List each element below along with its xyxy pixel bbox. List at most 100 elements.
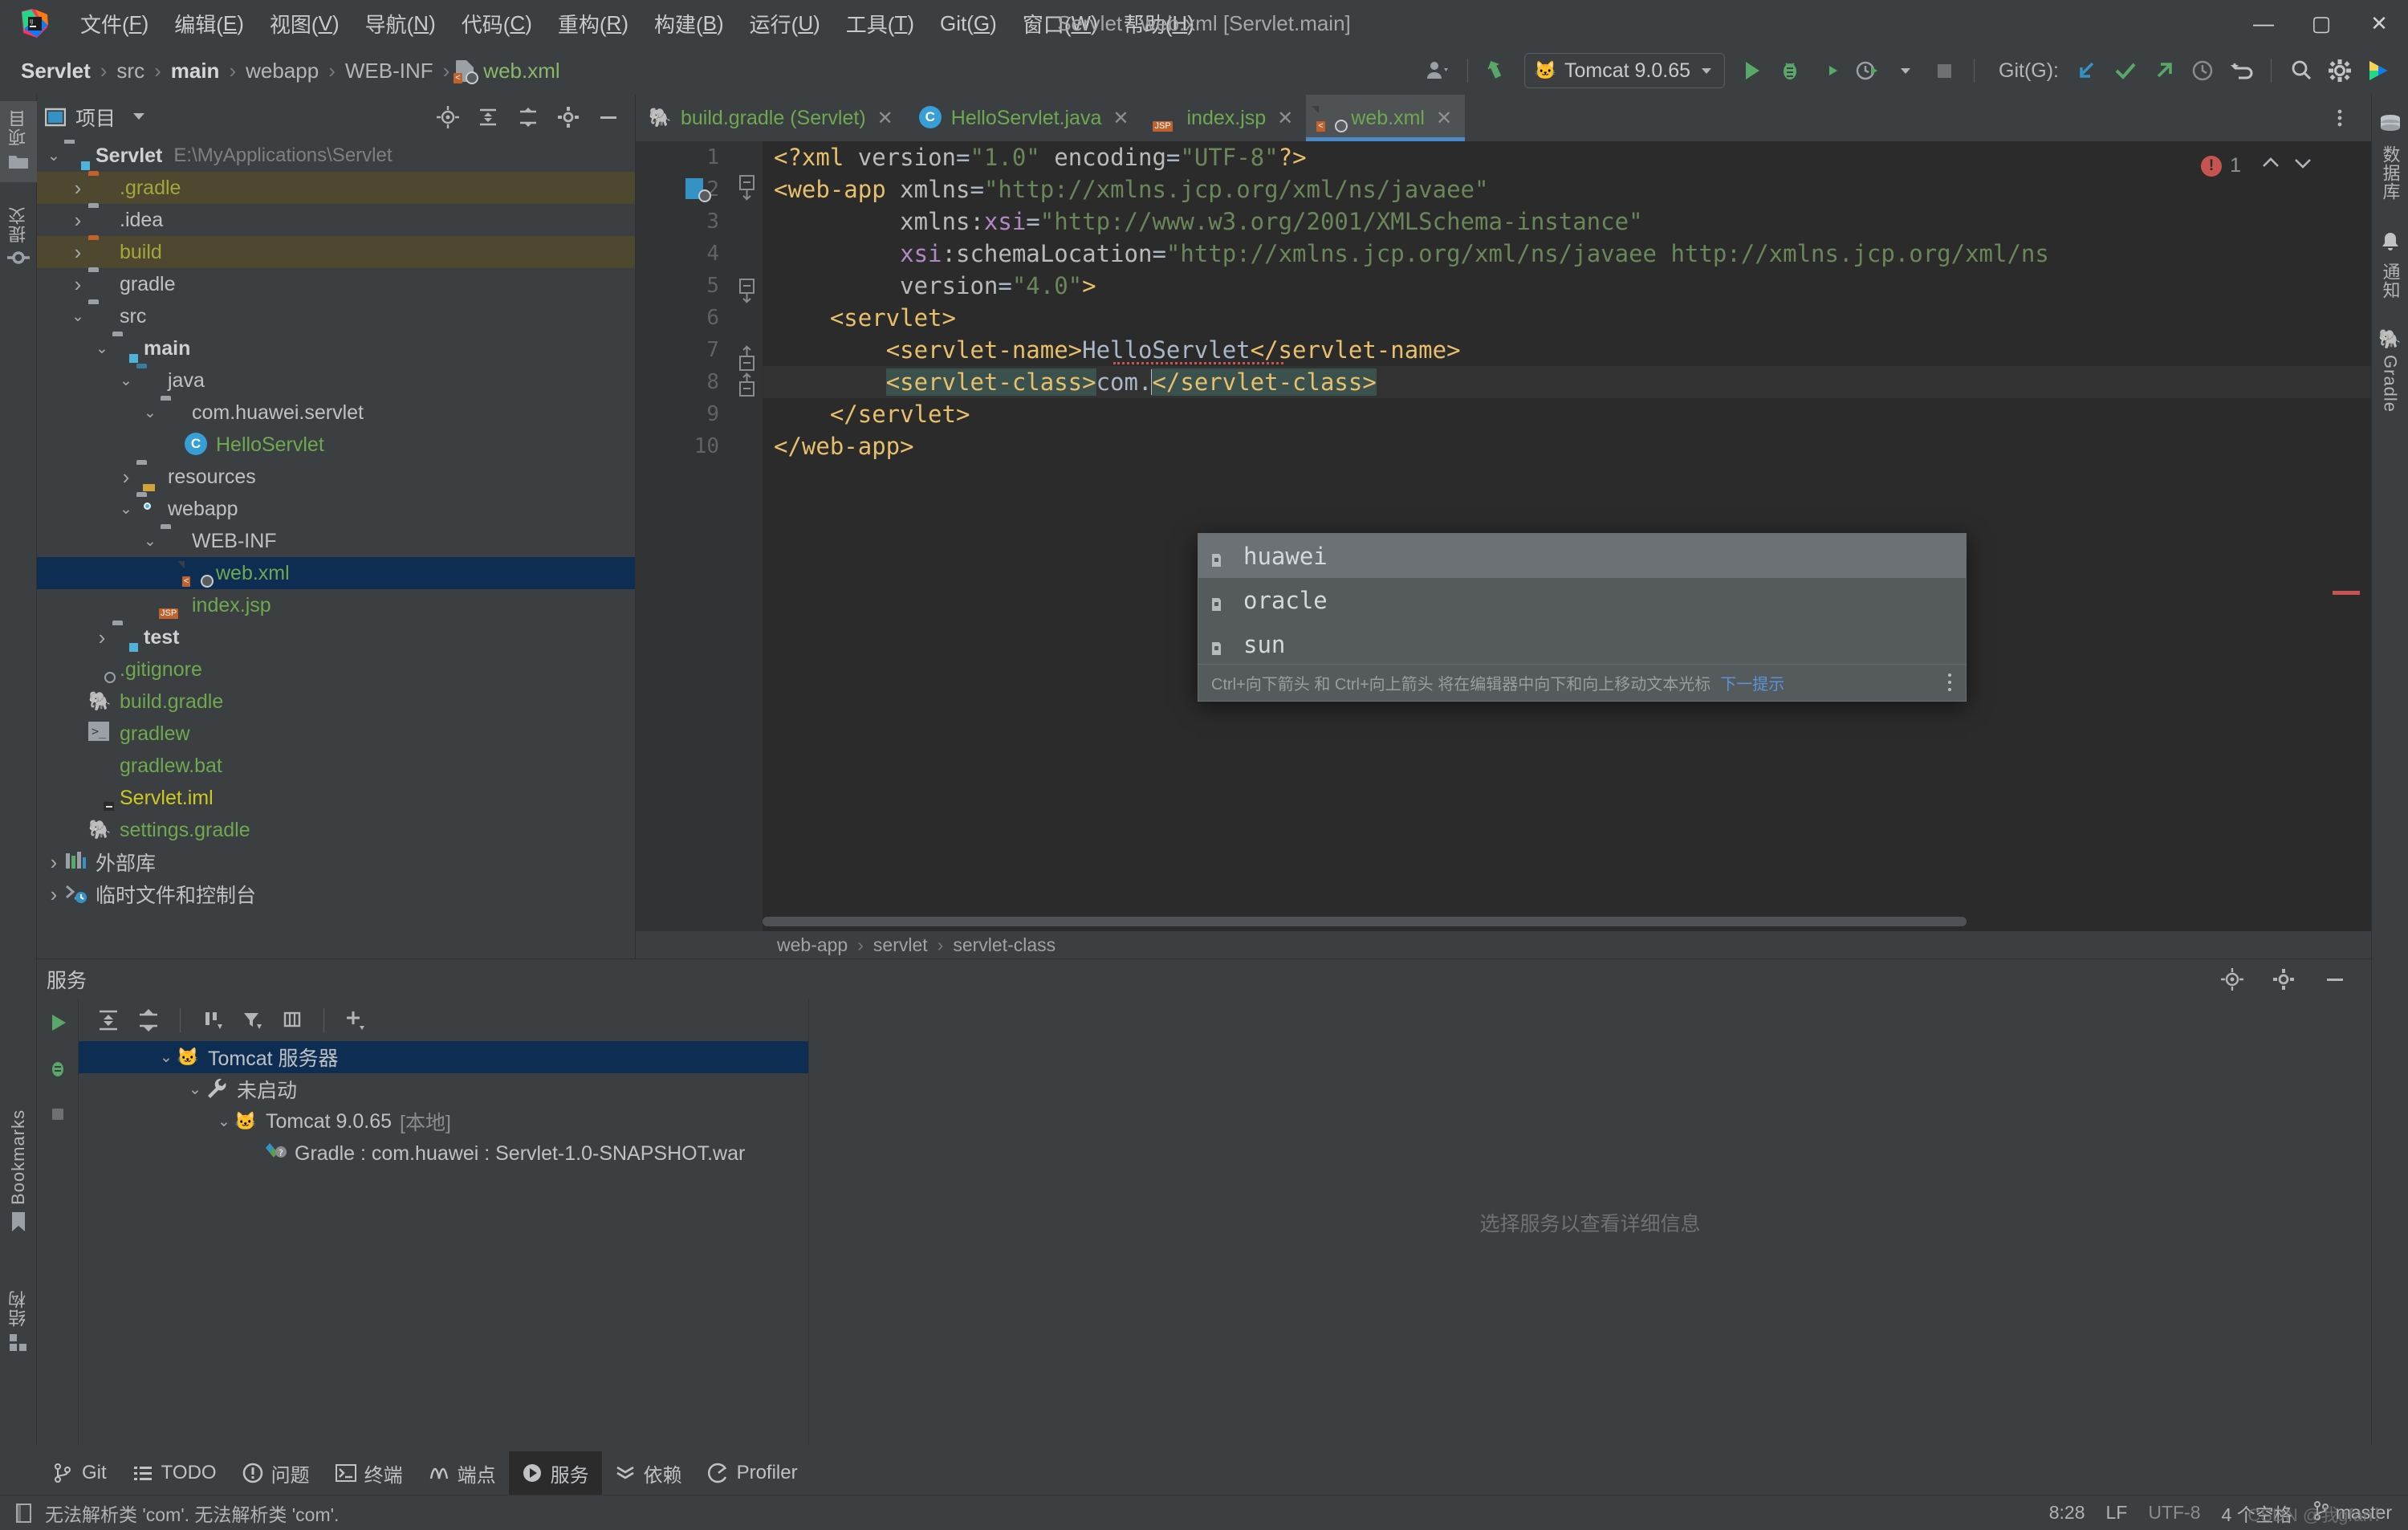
code-line-5[interactable]: version="4.0"> bbox=[763, 270, 2371, 302]
close-icon[interactable]: ✕ bbox=[1277, 107, 1293, 130]
tree-node-servlet[interactable]: ⌄ Servlet E:\MyApplications\Servlet bbox=[37, 140, 635, 172]
menu-item-2[interactable]: 视图(V) bbox=[257, 0, 352, 47]
code-line-3[interactable]: xmlns:xsi="http://www.w3.org/2001/XMLSch… bbox=[763, 205, 2371, 238]
sidebar-item-database[interactable]: 数据库 bbox=[2372, 106, 2408, 209]
tree-node-web-xml[interactable]: < web.xml bbox=[37, 557, 635, 589]
chevron-down-icon[interactable]: ⌄ bbox=[185, 1080, 205, 1099]
search-icon[interactable] bbox=[2283, 52, 2320, 89]
chevron-right-icon[interactable]: › bbox=[67, 240, 88, 265]
tree-node-build-gradle[interactable]: 🐘 build.gradle bbox=[37, 686, 635, 718]
editor-tab-web-xml[interactable]: < web.xml ✕ bbox=[1306, 95, 1466, 141]
chevron-down-icon[interactable]: ⌄ bbox=[116, 500, 136, 519]
autocomplete-item-huawei[interactable]: huawei bbox=[1198, 534, 1966, 578]
inspection-status[interactable]: ! 1 bbox=[2201, 151, 2315, 181]
stop-button[interactable] bbox=[1926, 52, 1963, 89]
tree-node-build[interactable]: › build bbox=[37, 236, 635, 268]
history-icon[interactable] bbox=[2184, 52, 2221, 89]
tool-window-button-profiler[interactable]: Profiler bbox=[695, 1451, 811, 1495]
chevron-right-icon[interactable]: › bbox=[43, 882, 64, 907]
service-node-3[interactable]: ? Gradle : com.huawei : Servlet-1.0-SNAPS… bbox=[79, 1137, 808, 1170]
tree-node-web-inf[interactable]: ⌄ WEB-INF bbox=[37, 525, 635, 557]
tree-node-settings-gradle[interactable]: 🐘 settings.gradle bbox=[37, 814, 635, 846]
xml-breadcrumb-item[interactable]: servlet bbox=[868, 934, 933, 956]
tool-window-button-git[interactable]: Git bbox=[40, 1451, 120, 1495]
expand-all-icon[interactable] bbox=[470, 99, 506, 136]
sidebar-item-structure[interactable]: 结构 bbox=[0, 1282, 37, 1365]
account-icon[interactable] bbox=[1419, 52, 1456, 89]
chevron-down-icon[interactable]: ⌄ bbox=[116, 372, 136, 390]
hide-panel-icon[interactable] bbox=[2316, 961, 2353, 998]
menu-item-0[interactable]: 文件(F) bbox=[67, 0, 161, 47]
editor-tab-helloservlet-java[interactable]: C HelloServlet.java ✕ bbox=[906, 95, 1142, 141]
sidebar-item-project[interactable]: 项目 bbox=[0, 101, 37, 182]
code-line-7[interactable]: <servlet-name>HelloServlet</servlet-name… bbox=[763, 334, 2371, 366]
nav-next-error-icon[interactable] bbox=[2291, 151, 2315, 181]
breadcrumb-item-3[interactable]: webapp bbox=[242, 59, 322, 83]
tree-node-test[interactable]: › test bbox=[37, 621, 635, 653]
horizontal-scrollbar[interactable] bbox=[763, 917, 2353, 926]
chevron-right-icon[interactable]: › bbox=[67, 208, 88, 233]
tree-node-gradlew-bat[interactable]: gradlew.bat bbox=[37, 750, 635, 782]
tree-node-main[interactable]: ⌄ main bbox=[37, 332, 635, 364]
tool-window-button-todo[interactable]: TODO bbox=[120, 1451, 230, 1495]
filter-icon[interactable] bbox=[234, 1002, 270, 1039]
tree-node-gradlew[interactable]: >_ gradlew bbox=[37, 718, 635, 750]
tool-window-button-[interactable]: 端点 bbox=[416, 1451, 509, 1495]
breadcrumb-item-0[interactable]: Servlet bbox=[18, 59, 94, 83]
chevron-down-icon[interactable]: ⌄ bbox=[140, 532, 161, 551]
chevron-right-icon[interactable]: › bbox=[43, 850, 64, 875]
chevron-down-icon[interactable]: ⌄ bbox=[214, 1113, 234, 1131]
git-push-icon[interactable] bbox=[2146, 52, 2182, 89]
run-configuration-selector[interactable]: 🐱 Tomcat 9.0.65 bbox=[1523, 53, 1725, 88]
tool-window-button-[interactable]: 终端 bbox=[323, 1451, 416, 1495]
service-node-2[interactable]: ⌄ 🐱 Tomcat 9.0.65 [本地] bbox=[79, 1105, 808, 1137]
git-commit-icon[interactable] bbox=[2107, 52, 2144, 89]
expand-all-icon[interactable] bbox=[90, 1002, 127, 1039]
updates-icon[interactable] bbox=[1479, 52, 1516, 89]
tree-node-servlet-iml[interactable]: Servlet.iml bbox=[37, 782, 635, 814]
project-tree[interactable]: ⌄ Servlet E:\MyApplications\Servlet › .gradl… bbox=[37, 140, 635, 958]
menu-item-1[interactable]: 编辑(E) bbox=[161, 0, 257, 47]
chevron-right-icon[interactable]: › bbox=[67, 176, 88, 201]
tree-node-index-jsp[interactable]: JSP index.jsp bbox=[37, 589, 635, 621]
tool-window-button-[interactable]: 问题 bbox=[230, 1451, 323, 1495]
chevron-down-icon[interactable] bbox=[1887, 52, 1924, 89]
chevron-down-icon[interactable]: ⌄ bbox=[92, 340, 112, 358]
more-vertical-icon[interactable] bbox=[2321, 100, 2358, 136]
autocomplete-item-sun[interactable]: sun bbox=[1198, 622, 1966, 666]
code-line-10[interactable]: </web-app> bbox=[763, 430, 2371, 462]
chevron-down-icon[interactable]: ⌄ bbox=[156, 1048, 177, 1067]
code-line-6[interactable]: <servlet> bbox=[763, 302, 2371, 334]
file-encoding[interactable]: UTF-8 bbox=[2148, 1502, 2200, 1524]
editor-tab-build-gradle--servlet-[interactable]: 🐘 build.gradle (Servlet) ✕ bbox=[636, 95, 906, 141]
xml-gutter-icon[interactable] bbox=[685, 178, 711, 206]
tool-window-button-[interactable]: 服务 bbox=[508, 1451, 602, 1495]
tree-node-resources[interactable]: › resources bbox=[37, 461, 635, 493]
services-toolbar[interactable] bbox=[79, 999, 808, 1041]
run-icon[interactable] bbox=[46, 1011, 70, 1039]
tree-node-helloservlet[interactable]: C HelloServlet bbox=[37, 429, 635, 461]
xml-breadcrumb-item[interactable]: web-app bbox=[772, 934, 852, 956]
code-line-2[interactable]: <web-app xmlns="http://xmlns.jcp.org/xml… bbox=[763, 173, 2371, 205]
nav-prev-error-icon[interactable] bbox=[2259, 151, 2283, 181]
bottom-tool-bar[interactable]: Git TODO 问题 终端 端点 服务 依赖 Profiler bbox=[0, 1451, 2408, 1495]
tree-node-com-huawei-servlet[interactable]: ⌄ com.huawei.servlet bbox=[37, 397, 635, 429]
autocomplete-item-oracle[interactable]: oracle bbox=[1198, 578, 1966, 622]
chevron-right-icon[interactable]: › bbox=[92, 625, 112, 650]
chevron-right-icon[interactable]: › bbox=[116, 465, 136, 490]
debug-button[interactable] bbox=[1771, 52, 1808, 89]
breadcrumb-item-2[interactable]: main bbox=[168, 59, 223, 83]
editor-tab-bar[interactable]: 🐘 build.gradle (Servlet) ✕ C HelloServlet.ja… bbox=[636, 95, 2371, 141]
gear-icon[interactable] bbox=[2321, 52, 2358, 89]
ide-feature-icon[interactable] bbox=[2360, 52, 2397, 89]
tree-node--gitignore[interactable]: .gitignore bbox=[37, 653, 635, 686]
breadcrumb-item-5[interactable]: < web.xml bbox=[454, 59, 563, 84]
hide-panel-icon[interactable] bbox=[590, 99, 627, 136]
services-tree[interactable]: ⌄ 🐱 Tomcat 服务器 ⌄ 未启动 ⌄ 🐱 Tomcat 9.0.65 [本地]? Grad… bbox=[79, 1041, 808, 1445]
close-button[interactable]: ✕ bbox=[2350, 0, 2408, 47]
fold-gutter[interactable] bbox=[730, 141, 763, 931]
maximize-button[interactable]: ▢ bbox=[2292, 0, 2350, 47]
collapse-all-icon[interactable] bbox=[510, 99, 547, 136]
collapse-all-icon[interactable] bbox=[130, 1002, 167, 1039]
tree-node-gradle[interactable]: › gradle bbox=[37, 268, 635, 300]
